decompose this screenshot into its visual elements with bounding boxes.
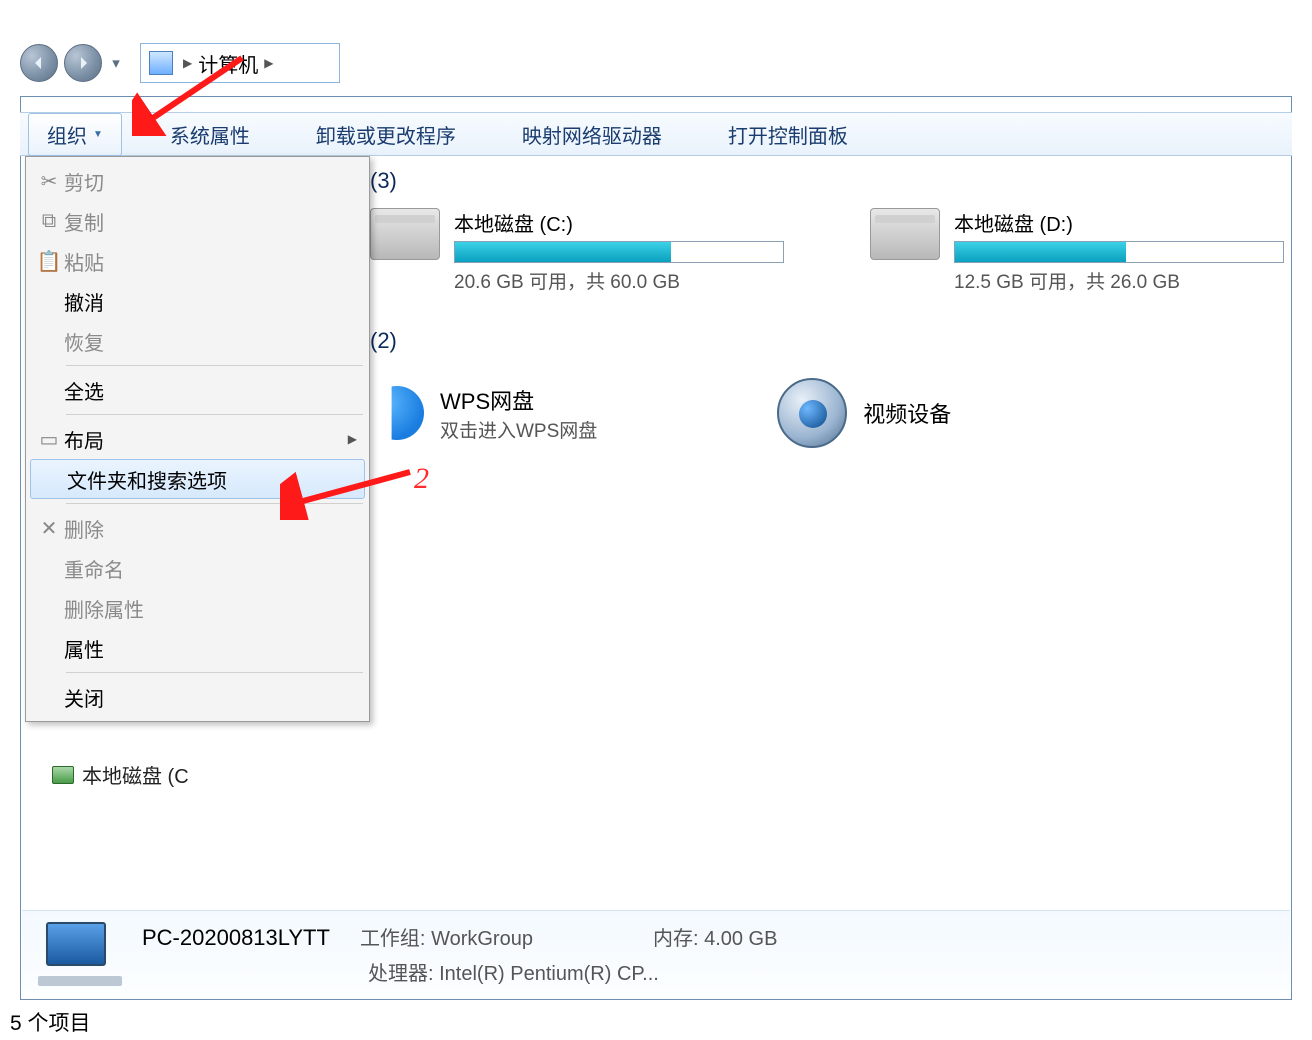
breadcrumb-location[interactable]: 计算机	[198, 49, 258, 78]
menu-layout[interactable]: ▭ 布局 ▶	[28, 419, 367, 459]
menu-select-all[interactable]: 全选	[28, 370, 367, 410]
drive-usage-bar	[454, 241, 784, 263]
sidebar-partial: 本地磁盘 (C	[52, 760, 189, 793]
organize-menu: ✂ 剪切 ⧉ 复制 📋 粘贴 撤消 恢复 全选 ▭ 布局 ▶ 文件夹和搜索选项 …	[25, 156, 370, 722]
section-hard-drives-count: (3)	[370, 168, 1288, 194]
menu-close[interactable]: 关闭	[28, 677, 367, 717]
memory-label: 内存:	[653, 928, 699, 950]
drive-usage-fill	[455, 242, 671, 262]
menu-paste[interactable]: 📋 粘贴	[28, 241, 367, 281]
menu-copy[interactable]: ⧉ 复制	[28, 201, 367, 241]
menu-remove-properties[interactable]: 删除属性	[28, 588, 367, 628]
drive-title: 本地磁盘 (D:)	[954, 208, 1290, 237]
wps-netdisk-item[interactable]: WPS网盘 双击进入WPS网盘	[370, 384, 597, 443]
menu-delete[interactable]: ✕ 删除	[28, 508, 367, 548]
toolbar-map-network-drive[interactable]: 映射网络驱动器	[504, 114, 680, 155]
organize-label: 组织	[47, 120, 87, 149]
menu-undo[interactable]: 撤消	[28, 281, 367, 321]
drive-icon	[870, 208, 940, 260]
workgroup-value: WorkGroup	[431, 928, 533, 950]
layout-icon: ▭	[34, 427, 64, 452]
drive-usage-text: 20.6 GB 可用，共 60.0 GB	[454, 267, 790, 294]
section-other-count: (2)	[370, 328, 1288, 354]
menu-redo[interactable]: 恢复	[28, 321, 367, 361]
computer-icon	[38, 922, 122, 986]
details-pane: PC-20200813LYTT 工作组: WorkGroup 内存: 4.00 …	[22, 910, 1290, 996]
drive-item-d[interactable]: 本地磁盘 (D:) 12.5 GB 可用，共 26.0 GB	[870, 208, 1290, 294]
breadcrumb-separator: ▶	[183, 56, 192, 70]
annotation-number-2: 2	[414, 462, 429, 496]
toolbar-system-properties[interactable]: 系统属性	[152, 114, 268, 155]
drive-usage-bar	[954, 241, 1284, 263]
copy-icon: ⧉	[34, 210, 64, 233]
history-dropdown[interactable]: ▾	[108, 44, 124, 82]
video-device-label: 视频设备	[863, 397, 951, 429]
menu-rename[interactable]: 重命名	[28, 548, 367, 588]
chevron-right-icon: ▶	[348, 432, 357, 446]
drive-usage-text: 12.5 GB 可用，共 26.0 GB	[954, 267, 1290, 294]
wps-title: WPS网盘	[440, 384, 597, 416]
forward-button[interactable]	[64, 44, 102, 82]
toolbar: 组织 ▼ 系统属性 卸载或更改程序 映射网络驱动器 打开控制面板	[20, 112, 1292, 156]
disk-icon	[52, 766, 74, 784]
navbar: ▾ ▶ 计算机 ▶	[20, 38, 1292, 88]
pc-name: PC-20200813LYTT	[142, 925, 330, 951]
drive-title: 本地磁盘 (C:)	[454, 208, 790, 237]
menu-separator	[66, 672, 363, 673]
cpu-label: 处理器:	[368, 963, 434, 985]
toolbar-control-panel[interactable]: 打开控制面板	[710, 114, 866, 155]
back-button[interactable]	[20, 44, 58, 82]
menu-separator	[66, 503, 363, 504]
paste-icon: 📋	[34, 249, 64, 274]
wps-icon	[370, 386, 424, 440]
delete-icon: ✕	[34, 516, 64, 541]
menu-separator	[66, 365, 363, 366]
toolbar-uninstall-programs[interactable]: 卸载或更改程序	[298, 114, 474, 155]
computer-icon	[149, 51, 173, 75]
drive-item-c[interactable]: 本地磁盘 (C:) 20.6 GB 可用，共 60.0 GB	[370, 208, 790, 294]
drive-usage-fill	[955, 242, 1126, 262]
menu-folder-options[interactable]: 文件夹和搜索选项	[30, 459, 365, 499]
content-pane: (3) 本地磁盘 (C:) 20.6 GB 可用，共 60.0 GB 本地磁盘 …	[370, 160, 1288, 448]
menu-cut[interactable]: ✂ 剪切	[28, 161, 367, 201]
status-bar: 5 个项目	[0, 1004, 1312, 1040]
webcam-icon	[777, 378, 847, 448]
address-bar[interactable]: ▶ 计算机 ▶	[140, 43, 340, 83]
menu-separator	[66, 414, 363, 415]
scissors-icon: ✂	[34, 169, 64, 194]
menu-properties[interactable]: 属性	[28, 628, 367, 668]
cpu-value: Intel(R) Pentium(R) CP...	[439, 963, 659, 985]
workgroup-label: 工作组:	[360, 928, 426, 950]
chevron-down-icon: ▼	[93, 129, 103, 140]
breadcrumb-separator: ▶	[264, 56, 273, 70]
memory-value: 4.00 GB	[704, 928, 777, 950]
organize-button[interactable]: 组织 ▼	[28, 113, 122, 156]
status-text: 5 个项目	[10, 1007, 91, 1037]
wps-subtitle: 双击进入WPS网盘	[440, 416, 597, 443]
drive-icon	[370, 208, 440, 260]
sidebar-local-disk[interactable]: 本地磁盘 (C	[52, 760, 189, 789]
video-device-item[interactable]: 视频设备	[777, 378, 951, 448]
